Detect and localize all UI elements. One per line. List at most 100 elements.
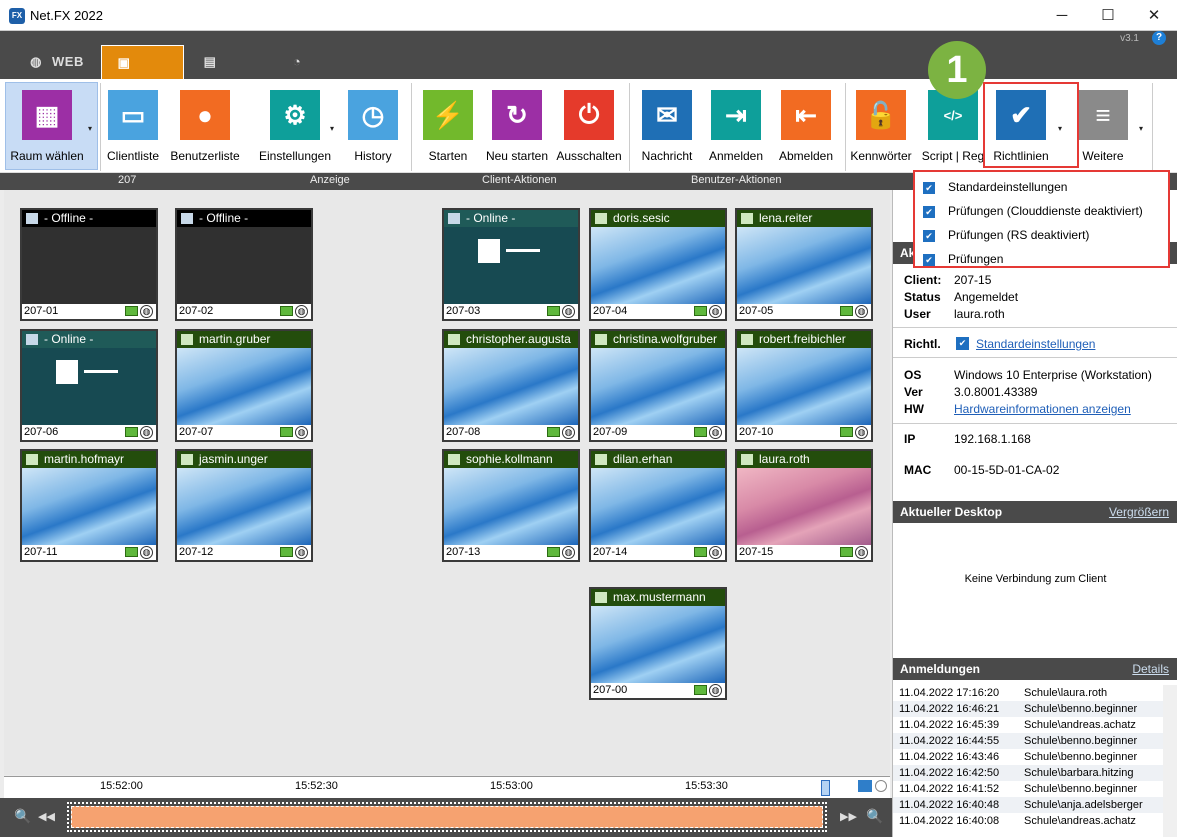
screen-icon[interactable]: [694, 427, 707, 437]
globe-icon[interactable]: ◍: [709, 305, 722, 318]
tab-history[interactable]: ◔HISTORY: [275, 45, 385, 103]
login-row[interactable]: 11.04.2022 16:40:48 Schule\anja.adelsberg…: [893, 797, 1163, 813]
policy-menu-item[interactable]: ✔ Prüfungen: [923, 248, 1003, 270]
ribbon-button-starten[interactable]: ⚡ Starten: [420, 79, 476, 173]
globe-icon[interactable]: ◍: [140, 546, 153, 559]
tile-footer: 207-02 ◍: [177, 304, 311, 319]
screen-icon[interactable]: [694, 306, 707, 316]
login-row[interactable]: 11.04.2022 16:40:08 Schule\andreas.achatz: [893, 813, 1163, 829]
policy-menu-item[interactable]: ✔ Prüfungen (RS deaktiviert): [923, 224, 1089, 246]
policy-menu-item[interactable]: ✔ Standardeinstellungen: [923, 176, 1067, 198]
timeline-marker[interactable]: [821, 780, 830, 796]
ribbon-button-kennwörter[interactable]: 🔓 Kennwörter: [848, 79, 914, 173]
login-row[interactable]: 11.04.2022 16:43:46 Schule\benno.beginner: [893, 749, 1163, 765]
client-tile[interactable]: sophie.kollmann 207-13 ◍: [442, 449, 580, 562]
ribbon-button-weitere[interactable]: ≡ Weitere: [1074, 79, 1132, 173]
ribbon-button-raum-wählen[interactable]: ▦ Raum wählen: [4, 79, 90, 173]
dropdown-caret-icon[interactable]: ▾: [330, 124, 334, 133]
screen-icon[interactable]: [694, 547, 707, 557]
screen-icon[interactable]: [280, 427, 293, 437]
globe-icon[interactable]: ◍: [855, 305, 868, 318]
maximize-button[interactable]: ☐: [1085, 0, 1131, 31]
client-tile[interactable]: - Online - 207-06 ◍: [20, 329, 158, 442]
zoom-out-icon[interactable]: 🔍: [14, 808, 31, 825]
screen-icon[interactable]: [125, 306, 138, 316]
tab-log[interactable]: ▣LOG: [101, 45, 184, 104]
client-tile[interactable]: christina.wolfgruber 207-09 ◍: [589, 329, 727, 442]
login-row[interactable]: 11.04.2022 16:41:52 Schule\benno.beginner: [893, 781, 1163, 797]
screen-icon[interactable]: [280, 306, 293, 316]
globe-icon[interactable]: ◍: [709, 684, 722, 697]
screen-icon[interactable]: [694, 685, 707, 695]
tab-web[interactable]: ◍ WEB: [14, 45, 98, 79]
globe-icon[interactable]: ◍: [855, 426, 868, 439]
policy-menu-item[interactable]: ✔ Prüfungen (Clouddienste deaktiviert): [923, 200, 1143, 222]
logins-details-link[interactable]: Details: [1132, 658, 1169, 680]
client-tile[interactable]: - Offline - 207-02 ◍: [175, 208, 313, 321]
login-row[interactable]: 11.04.2022 16:46:21 Schule\benno.beginner: [893, 701, 1163, 717]
screen-icon[interactable]: [840, 306, 853, 316]
globe-icon[interactable]: ◍: [562, 546, 575, 559]
ribbon-button-abmelden[interactable]: ⇤ Abmelden: [774, 79, 838, 173]
client-tile[interactable]: martin.gruber 207-07 ◍: [175, 329, 313, 442]
ribbon-button-anmelden[interactable]: ⇥ Anmelden: [706, 79, 766, 173]
minimize-button[interactable]: ─: [1039, 0, 1085, 31]
screen-icon[interactable]: [840, 427, 853, 437]
zoom-in-icon[interactable]: 🔍: [866, 808, 883, 825]
tab-test[interactable]: ▤TEST: [188, 45, 268, 103]
globe-icon[interactable]: ◍: [855, 546, 868, 559]
globe-icon[interactable]: ◍: [295, 426, 308, 439]
globe-icon[interactable]: ◍: [709, 426, 722, 439]
screen-icon[interactable]: [280, 547, 293, 557]
close-button[interactable]: ✕: [1131, 0, 1177, 31]
globe-icon[interactable]: ◍: [709, 546, 722, 559]
globe-view-icon[interactable]: [875, 780, 887, 792]
login-row[interactable]: 11.04.2022 16:45:39 Schule\andreas.achatz: [893, 717, 1163, 733]
monitor-status-icon: [181, 213, 193, 224]
client-tile[interactable]: dilan.erhan 207-14 ◍: [589, 449, 727, 562]
login-row[interactable]: 11.04.2022 16:42:50 Schule\barbara.hitzin…: [893, 765, 1163, 781]
globe-icon[interactable]: ◍: [562, 305, 575, 318]
client-tile[interactable]: doris.sesic 207-04 ◍: [589, 208, 727, 321]
hardware-info-link[interactable]: Hardwareinformationen anzeigen: [954, 402, 1131, 416]
dropdown-caret-icon[interactable]: ▾: [1139, 124, 1143, 133]
screen-icon[interactable]: [840, 547, 853, 557]
logins-scrollbar[interactable]: [1163, 685, 1177, 837]
login-row[interactable]: 11.04.2022 16:44:55 Schule\benno.beginner: [893, 733, 1163, 749]
ribbon-button-clientliste[interactable]: ▭ Clientliste: [101, 79, 165, 173]
ribbon-button-benutzerliste[interactable]: ● Benutzerliste: [167, 79, 243, 173]
globe-icon[interactable]: ◍: [562, 426, 575, 439]
client-tile[interactable]: max.mustermann 207-00 ◍: [589, 587, 727, 700]
client-tile[interactable]: lena.reiter 207-05 ◍: [735, 208, 873, 321]
client-tile[interactable]: martin.hofmayr 207-11 ◍: [20, 449, 158, 562]
screen-icon[interactable]: [547, 427, 560, 437]
globe-icon[interactable]: ◍: [295, 305, 308, 318]
help-icon[interactable]: ?: [1152, 31, 1166, 45]
globe-icon[interactable]: ◍: [140, 305, 153, 318]
client-tile[interactable]: christopher.augusta 207-08 ◍: [442, 329, 580, 442]
client-tile[interactable]: robert.freibichler 207-10 ◍: [735, 329, 873, 442]
screen-icon[interactable]: [125, 547, 138, 557]
client-tile[interactable]: jasmin.unger 207-12 ◍: [175, 449, 313, 562]
monitor-view-icon[interactable]: [858, 780, 872, 792]
screen-icon[interactable]: [547, 547, 560, 557]
ribbon-button-ausschalten[interactable]: ⏻ Ausschalten: [556, 79, 622, 173]
playback-range[interactable]: [67, 802, 827, 832]
rewind-icon[interactable]: ◀◀: [38, 810, 55, 823]
globe-icon[interactable]: ◍: [140, 426, 153, 439]
client-tile[interactable]: laura.roth 207-15 ◍: [735, 449, 873, 562]
ribbon-button-history[interactable]: ◷ History: [345, 79, 401, 173]
screen-icon[interactable]: [125, 427, 138, 437]
forward-icon[interactable]: ▶▶: [840, 810, 857, 823]
client-tile[interactable]: - Offline - 207-01 ◍: [20, 208, 158, 321]
ribbon-button-nachricht[interactable]: ✉ Nachricht: [634, 79, 700, 173]
ribbon-button-einstellungen[interactable]: ⚙ Einstellungen: [255, 79, 335, 173]
policy-link[interactable]: Standardeinstellungen: [976, 337, 1095, 351]
ribbon-button-neu-starten[interactable]: ↻ Neu starten: [485, 79, 549, 173]
enlarge-link[interactable]: Vergrößern: [1109, 501, 1169, 523]
dropdown-caret-icon[interactable]: ▾: [88, 124, 92, 133]
client-tile[interactable]: - Online - 207-03 ◍: [442, 208, 580, 321]
login-row[interactable]: 11.04.2022 17:16:20 Schule\laura.roth: [893, 685, 1163, 701]
globe-icon[interactable]: ◍: [295, 546, 308, 559]
screen-icon[interactable]: [547, 306, 560, 316]
